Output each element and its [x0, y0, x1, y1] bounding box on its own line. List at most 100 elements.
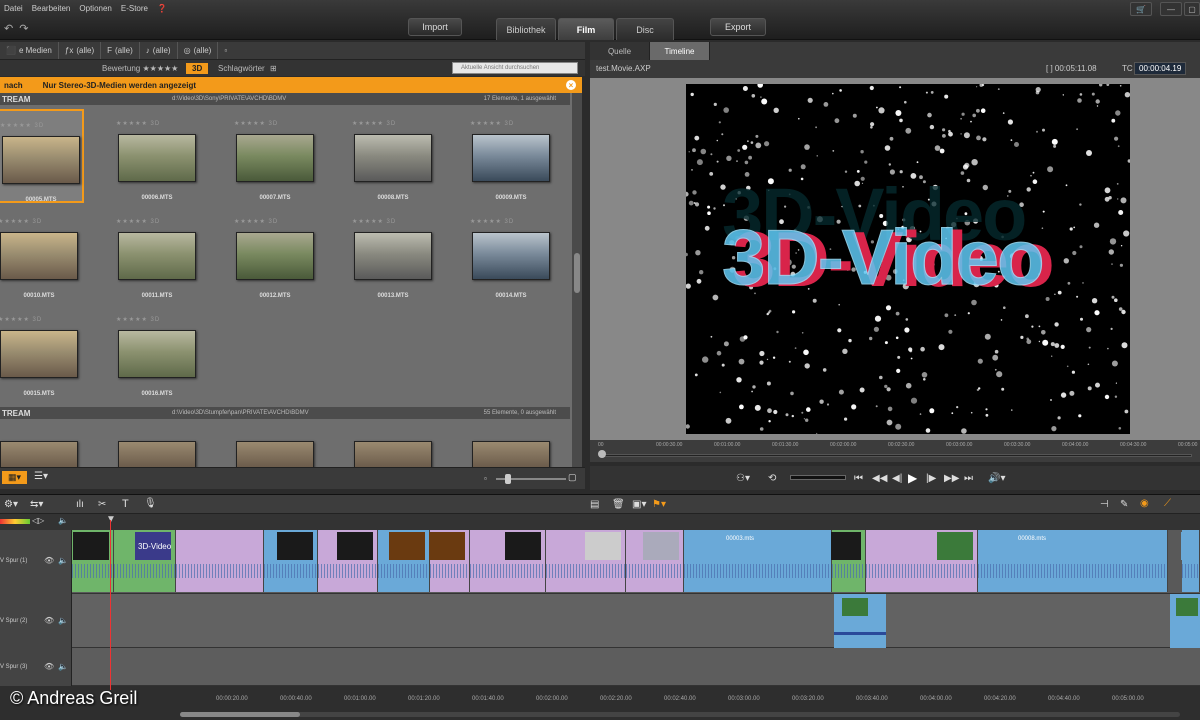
clip-thumbnail[interactable] — [118, 330, 196, 378]
step-forward-icon[interactable]: |▶ — [926, 473, 936, 484]
media-item[interactable]: ★★★★★ 3D 00010.MTS — [0, 207, 84, 301]
filter-titles[interactable]: F (alle) — [101, 42, 140, 59]
clip-thumbnail[interactable] — [0, 441, 78, 467]
track2-clip[interactable] — [834, 594, 886, 648]
slider-handle[interactable] — [505, 474, 511, 484]
clip-thumbnail[interactable] — [354, 232, 432, 280]
timeline-clip[interactable] — [429, 530, 470, 592]
rating-filter[interactable]: Bewertung ★★★★★ — [102, 64, 178, 73]
rating-stars[interactable]: ★★★★★ 3D — [352, 218, 396, 225]
track-header[interactable]: V Spur (1) 👁 🔈 — [0, 530, 72, 594]
track2-clip[interactable] — [1170, 594, 1200, 648]
timeline-clip[interactable] — [318, 530, 378, 592]
close-icon[interactable]: × — [566, 80, 576, 90]
timeline-clip[interactable] — [626, 530, 684, 592]
track-name[interactable]: V Spur (2) — [0, 618, 27, 624]
clip-thumbnail[interactable] — [236, 441, 314, 467]
cart-icon[interactable]: 🛒 — [1130, 2, 1152, 16]
track-header[interactable]: V Spur (2) 👁 🔈 — [0, 594, 72, 648]
scrollbar-thumb[interactable] — [574, 253, 580, 293]
3d-filter-button[interactable]: 3D — [186, 62, 209, 74]
timeline-clip[interactable] — [546, 530, 626, 592]
clip-thumbnail[interactable] — [236, 134, 314, 182]
menu-estore[interactable]: E-Store — [121, 4, 148, 13]
player-ruler[interactable]: 00 00:00:30.00 00:01:00.00 00:01:30.00 00:02… — [590, 440, 1200, 462]
playhead-line[interactable] — [110, 520, 111, 690]
timeline-clip[interactable] — [72, 530, 114, 592]
marker-icon[interactable]: ⚑▾ — [652, 499, 666, 510]
zoom-icon[interactable]: ◁▷ — [32, 516, 44, 525]
audio-mix-icon[interactable]: ılı — [76, 499, 84, 510]
rating-stars[interactable]: ★★★★★ 3D — [116, 120, 160, 127]
timeline-clip[interactable] — [831, 530, 866, 592]
redo-icon[interactable]: ↷ — [19, 22, 28, 35]
storyboard-icon[interactable]: ▣▾ — [632, 499, 646, 510]
track-name[interactable]: V Spur (3) — [0, 664, 27, 670]
rating-stars[interactable]: ★★★★★ 3D — [352, 120, 396, 127]
clip-thumbnail[interactable] — [118, 441, 196, 467]
filter-disc[interactable]: ◎ (alle) — [178, 42, 219, 59]
scrub-bar[interactable] — [600, 454, 1192, 457]
fast-forward-icon[interactable]: ▶▶ — [944, 473, 959, 484]
timeline-clip[interactable] — [378, 530, 430, 592]
track-name[interactable]: V Spur (1) — [0, 558, 27, 564]
clip-thumbnail[interactable] — [236, 232, 314, 280]
keywords-icon[interactable]: ⊞ — [270, 64, 277, 73]
add-tab-icon[interactable]: ▫ — [218, 42, 233, 59]
library-scrollbar[interactable] — [572, 93, 582, 467]
rating-stars[interactable]: ★★★★★ 3D — [0, 122, 44, 129]
timecode-display[interactable]: 00:00:04.19 — [1134, 62, 1187, 75]
clip-thumbnail[interactable] — [472, 134, 550, 182]
go-start-icon[interactable]: ⏮ — [854, 473, 863, 484]
3d-glasses-icon[interactable]: ⚇▾ — [736, 473, 750, 484]
eye-icon[interactable]: 👁 — [44, 662, 54, 671]
import-button[interactable]: Import — [408, 18, 462, 36]
media-item[interactable]: ★★★★★ 3D 00015.MTS — [0, 305, 84, 399]
scrub-handle[interactable] — [598, 450, 606, 458]
timeline-clip[interactable] — [978, 530, 1168, 592]
clip-thumbnail[interactable] — [354, 134, 432, 182]
media-item[interactable]: ★★★★★ 3D 00007.MTS — [230, 109, 320, 203]
rating-stars[interactable]: ★★★★★ 3D — [116, 316, 160, 323]
timeline-clip[interactable] — [866, 530, 978, 592]
media-item[interactable]: ★★★★★ 3D 00005.MTS — [0, 109, 84, 203]
filter-effects[interactable]: ƒx (alle) — [59, 42, 102, 59]
tab-film[interactable]: Film — [558, 18, 614, 40]
magnet-icon[interactable]: ◉ — [1140, 498, 1149, 509]
timeline-clip[interactable] — [470, 530, 546, 592]
filter-media[interactable]: ⬛ e Medien — [0, 42, 59, 59]
snap-icon[interactable]: ⇆▾ — [30, 499, 43, 510]
rewind-icon[interactable]: ◀◀ — [872, 473, 887, 484]
timeline-clip[interactable] — [264, 530, 318, 592]
media-item[interactable]: ★★★★★ 3D 00011.MTS — [112, 207, 202, 301]
loop-icon[interactable]: ⟲ — [768, 473, 776, 484]
media-item[interactable]: ★★★★★ 3D 00008.MTS — [348, 109, 438, 203]
settings-icon[interactable]: ⚙▾ — [4, 499, 18, 510]
mute-icon[interactable]: ⊣ — [1100, 499, 1109, 510]
rating-stars[interactable]: ★★★★★ 3D — [470, 120, 514, 127]
play-icon[interactable]: ▶ — [908, 471, 917, 485]
tab-bibliothek[interactable]: Bibliothek — [496, 18, 556, 40]
menu-datei[interactable]: Datei — [4, 4, 23, 13]
rating-stars[interactable]: ★★★★★ 3D — [234, 218, 278, 225]
rating-stars[interactable]: ★★★★★ 3D — [0, 218, 42, 225]
delete-icon[interactable]: 🗑 — [612, 499, 625, 510]
media-item[interactable]: ★★★★★ 3D 00006.MTS — [112, 109, 202, 203]
scrollbar-thumb[interactable] — [180, 712, 300, 717]
keywords-filter[interactable]: Schlagwörter — [218, 64, 265, 73]
tab-timeline[interactable]: Timeline — [650, 42, 710, 60]
tab-disc[interactable]: Disc — [616, 18, 674, 40]
rating-stars[interactable]: ★★★★★ 3D — [0, 316, 42, 323]
clip-thumbnail[interactable] — [354, 441, 432, 467]
menu-bearbeiten[interactable]: Bearbeiten — [32, 4, 71, 13]
filter-audio[interactable]: ♪ (alle) — [140, 42, 178, 59]
razor-icon[interactable]: ✂ — [98, 499, 106, 510]
volume-icon[interactable]: 🔊▾ — [988, 473, 1005, 484]
media-item[interactable]: ★★★★★ 3D 00009.MTS — [466, 109, 556, 203]
minimize-icon[interactable]: — — [1160, 2, 1182, 16]
clip-thumbnail[interactable] — [0, 232, 78, 280]
media-item[interactable]: ★★★★★ 3D 00013.MTS — [348, 207, 438, 301]
timeline-clip[interactable] — [684, 530, 832, 592]
media-item[interactable]: ★★★★★ 3D 00016.MTS — [112, 305, 202, 399]
media-item[interactable]: ★★★★★ 3D 00014.MTS — [466, 207, 556, 301]
